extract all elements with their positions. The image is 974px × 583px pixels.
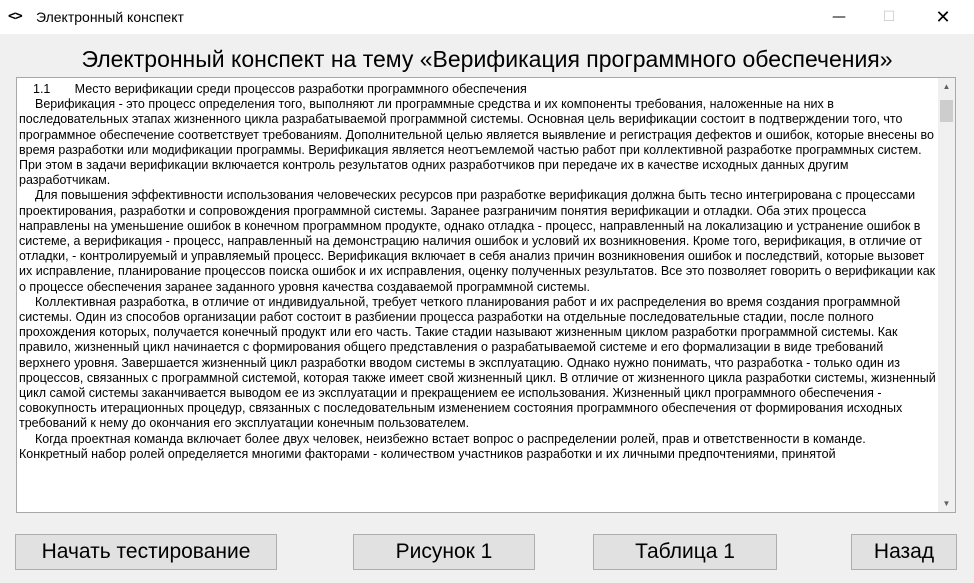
scroll-thumb[interactable]	[940, 100, 953, 122]
table-1-button[interactable]: Таблица 1	[593, 534, 777, 570]
close-button[interactable]: ✕	[920, 0, 966, 34]
minimize-button[interactable]: —	[816, 0, 862, 34]
vertical-scrollbar[interactable]: ▲ ▼	[938, 78, 955, 512]
page-title: Электронный конспект на тему «Верификаци…	[81, 46, 893, 72]
title-bar: <> Электронный конспект — ☐ ✕	[0, 0, 974, 34]
lecture-text: 1.1 Место верификации среди процессов ра…	[19, 82, 937, 508]
paragraph: Коллективная разработка, в отличие от ин…	[19, 294, 936, 431]
paragraph: Когда проектная команда включает более д…	[19, 431, 866, 461]
code-brackets-icon: <>	[8, 9, 23, 24]
section-title: 1.1 Место верификации среди процессов ра…	[33, 82, 527, 96]
lecture-text-box[interactable]: 1.1 Место верификации среди процессов ра…	[16, 77, 956, 513]
figure-1-button[interactable]: Рисунок 1	[353, 534, 535, 570]
start-test-button[interactable]: Начать тестирование	[15, 534, 277, 570]
back-button[interactable]: Назад	[851, 534, 957, 570]
paragraph: Верификация - это процесс определения то…	[19, 97, 934, 188]
scroll-up-arrow-icon[interactable]: ▲	[938, 78, 955, 95]
paragraph: Для повышения эффективности использовани…	[19, 188, 936, 294]
scroll-down-arrow-icon[interactable]: ▼	[938, 495, 955, 512]
maximize-button[interactable]: ☐	[866, 0, 912, 34]
window-title: Электронный конспект	[36, 9, 184, 25]
